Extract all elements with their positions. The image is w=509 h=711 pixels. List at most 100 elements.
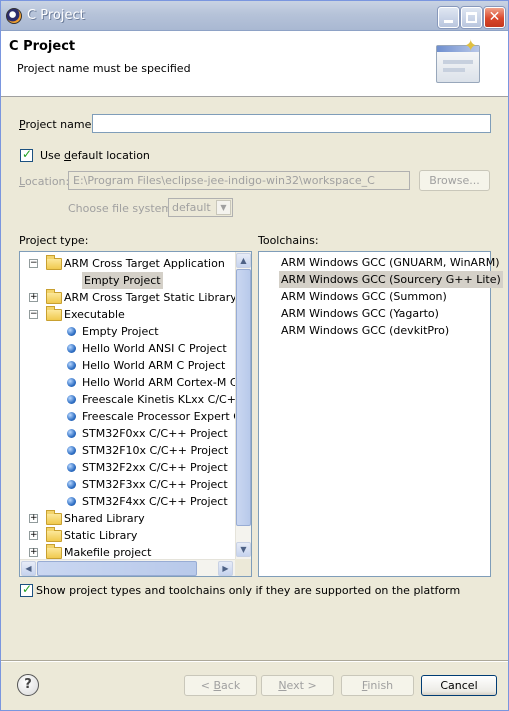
help-icon[interactable]: ? [17,674,39,696]
project-template-icon [67,361,76,370]
tree-item[interactable]: − Executable [20,306,234,323]
project-template-icon [67,463,76,472]
file-system-value: default [172,201,211,214]
toolchain-item[interactable]: ARM Windows GCC (Sourcery G++ Lite) [279,271,503,288]
horizontal-scroll-thumb[interactable] [37,561,197,576]
project-template-icon [67,480,76,489]
eclipse-icon [6,8,22,24]
cancel-button[interactable]: Cancel [421,675,497,696]
minimize-button[interactable] [438,7,459,28]
tree-item[interactable]: STM32F4xx C/C++ Project [20,493,234,510]
tree-item[interactable]: + Static Library [20,527,234,544]
banner-message: Project name must be specified [17,62,191,75]
scroll-right-icon[interactable]: ▶ [218,561,233,576]
expand-icon[interactable]: + [29,293,38,302]
tree-item[interactable]: STM32F2xx C/C++ Project [20,459,234,476]
maximize-icon [466,12,477,23]
toolchain-item[interactable]: ARM Windows GCC (Summon) [279,288,449,305]
tree-item-label: Empty Project [82,325,159,338]
tree-item[interactable]: Empty Project [20,323,234,340]
tree-item[interactable]: Freescale Processor Expert C/C [20,408,251,425]
tree-item-label: STM32F4xx C/C++ Project [82,495,228,508]
project-template-icon [67,327,76,336]
collapse-icon[interactable]: − [29,310,38,319]
tree-item-label: Hello World ARM C Project [82,359,226,372]
tree-item[interactable]: Empty Project [20,272,234,289]
location-input[interactable]: E:\Program Files\eclipse-jee-indigo-win3… [68,171,410,190]
tree-item[interactable]: Freescale Kinetis KLxx C/C++ F [20,391,251,408]
banner-title: C Project [9,39,76,54]
tree-item[interactable]: + Shared Library [20,510,234,527]
tree-item-label: Hello World ARM Cortex-M C/C- [82,376,252,389]
tree-item-label: Freescale Kinetis KLxx C/C++ F [82,393,252,406]
file-system-label: Choose file system: [68,202,176,215]
tree-item[interactable]: Hello World ARM C Project [20,357,234,374]
use-default-location-checkbox[interactable]: ✓ [20,147,33,162]
scroll-down-icon[interactable]: ▼ [236,542,251,557]
scroll-left-icon[interactable]: ◀ [21,561,36,576]
tree-item[interactable]: STM32F0xx C/C++ Project [20,425,234,442]
wizard-banner: C Project Project name must be specified… [1,31,508,97]
tree-item[interactable]: + ARM Cross Target Static Library [20,289,237,306]
project-template-icon [67,344,76,353]
scroll-thumb[interactable] [236,269,251,526]
browse-button[interactable]: Browse... [419,170,490,191]
vertical-scrollbar[interactable]: ▲ ▼ [235,252,251,559]
project-template-icon [67,446,76,455]
tree-item-label: STM32F0xx C/C++ Project [82,427,228,440]
tree-item-label: Hello World ANSI C Project [82,342,227,355]
folder-icon [46,527,62,542]
tree-item[interactable]: Hello World ARM Cortex-M C/C- [20,374,251,391]
tree-item[interactable]: STM32F10x C/C++ Project [20,442,234,459]
expand-icon[interactable]: + [29,514,38,523]
toolchains-label: Toolchains: [258,234,319,247]
title-bar[interactable]: C Project ✕ [1,1,508,31]
folder-icon [46,510,62,525]
tree-item-label: STM32F2xx C/C++ Project [82,461,228,474]
project-template-icon [67,378,76,387]
maximize-button[interactable] [461,7,482,28]
tree-item-label: Empty Project [82,272,163,289]
show-supported-label: Show project types and toolchains only i… [36,584,461,597]
project-name-input[interactable] [92,114,491,133]
scroll-up-icon[interactable]: ▲ [236,253,251,268]
collapse-icon[interactable]: − [29,259,38,268]
folder-icon [46,289,62,304]
project-type-tree[interactable]: − ARM Cross Target Application Empty Proje… [19,251,252,577]
show-supported-checkbox[interactable]: ✓ [20,582,33,597]
tree-item-label: ARM Cross Target Static Library [64,291,237,304]
use-default-location-label: Use default location [40,149,150,162]
scroll-corner [235,559,251,576]
horizontal-scrollbar[interactable]: ◀ ▶ [20,559,235,576]
tree-item-label: STM32F3xx C/C++ Project [82,478,228,491]
location-label: Location: [19,175,70,188]
toolchain-item[interactable]: ARM Windows GCC (Yagarto) [279,305,441,322]
toolchain-item[interactable]: ARM Windows GCC (GNUARM, WinARM) [279,254,502,271]
next-button[interactable]: Next > [261,675,334,696]
close-button[interactable]: ✕ [484,7,505,28]
folder-icon [46,255,62,270]
c-project-dialog: C Project ✕ C Project Project name must … [0,0,509,711]
tree-item[interactable]: Hello World ANSI C Project [20,340,234,357]
toolchain-item[interactable]: ARM Windows GCC (devkitPro) [279,322,451,339]
expand-icon[interactable]: + [29,548,38,557]
finish-button[interactable]: Finish [341,675,414,696]
checkmark-icon: ✓ [22,147,33,161]
tree-item[interactable]: STM32F3xx C/C++ Project [20,476,234,493]
tree-item[interactable]: − ARM Cross Target Application [20,255,234,272]
project-type-label: Project type: [19,234,89,247]
project-template-icon [67,497,76,506]
expand-icon[interactable]: + [29,531,38,540]
tree-item-label: Freescale Processor Expert C/C [82,410,252,423]
back-button[interactable]: < Back [184,675,257,696]
close-icon: ✕ [488,9,501,25]
file-system-select[interactable]: default ▼ [168,198,233,217]
project-name-label: Project name: [19,118,96,131]
tree-item-label: Static Library [64,529,138,542]
project-template-icon [67,412,76,421]
separator [1,660,508,662]
tree-item-label: Shared Library [64,512,145,525]
new-project-wizard-icon: ✦ [436,36,480,83]
toolchains-list[interactable]: ARM Windows GCC (GNUARM, WinARM) ARM Wind… [258,251,503,577]
project-template-icon [67,429,76,438]
